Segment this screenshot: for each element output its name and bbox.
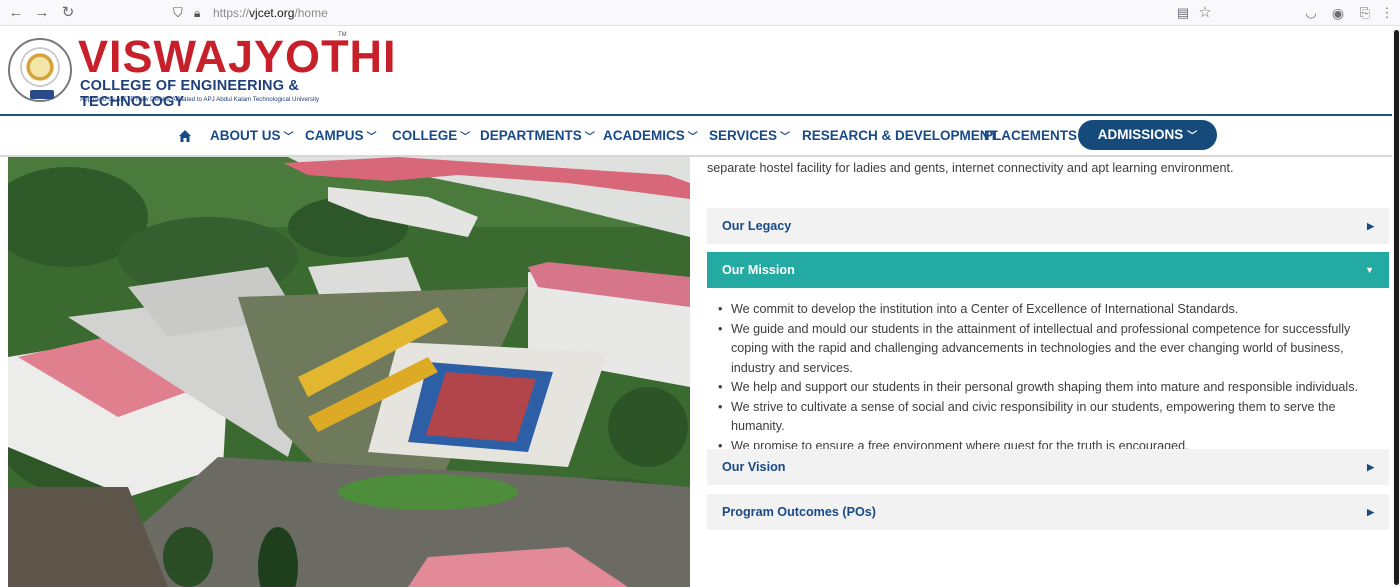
trademark-mark: TM (338, 32, 347, 38)
caret-right-icon: ▶ (1367, 221, 1374, 231)
accordion-our-mission[interactable]: Our Mission ▼ (707, 252, 1389, 288)
campus-aerial-photo (8, 157, 690, 587)
accordion-our-legacy[interactable]: Our Legacy ▶ (707, 208, 1389, 244)
chevron-down-icon: ﹀ (584, 132, 595, 143)
college-logo[interactable]: VISWAJYOTHI TM COLLEGE OF ENGINEERING & … (8, 32, 396, 110)
chevron-down-icon: ﹀ (366, 132, 377, 143)
reader-view-icon[interactable]: ▤ (1173, 3, 1193, 23)
nav-item-college[interactable]: COLLEGE ﹀ (392, 128, 470, 143)
accordion-program-outcomes[interactable]: Program Outcomes (POs) ▶ (707, 494, 1389, 530)
nav-item-research[interactable]: RESEARCH & DEVELOPMENT (802, 128, 998, 143)
list-item: We guide and mould our students in the a… (717, 320, 1377, 379)
lock-icon[interactable]: 🔒︎ (194, 3, 200, 23)
nav-item-placements[interactable]: PLACEMENTS (984, 128, 1077, 143)
brand-approval: Approved by AICTE New Delhi & Affiliated… (80, 96, 320, 103)
college-seal-icon (8, 38, 72, 102)
chevron-down-icon: ﹀ (780, 132, 791, 143)
intro-text: separate hostel facility for ladies and … (707, 161, 1234, 175)
admissions-button[interactable]: ADMISSIONS ﹀ (1078, 120, 1217, 150)
caret-right-icon: ▶ (1367, 507, 1374, 517)
list-item: We commit to develop the institution int… (717, 300, 1377, 320)
extensions-icon[interactable]: ⎘ (1355, 3, 1375, 23)
bookmark-star-icon[interactable]: ☆ (1195, 3, 1215, 23)
accordion-our-vision[interactable]: Our Vision ▶ (707, 449, 1389, 485)
chevron-down-icon: ﹀ (460, 132, 471, 143)
menu-icon[interactable]: ⋮ (1380, 3, 1394, 23)
main-nav: ABOUT US ﹀ CAMPUS ﹀ COLLEGE ﹀ DEPARTMENTS ﹀ … (0, 118, 1392, 156)
mission-content: We commit to develop the institution int… (717, 300, 1377, 456)
pocket-icon[interactable]: ◡ (1301, 3, 1321, 23)
url-text[interactable]: https://vjcet.org/home (213, 3, 328, 23)
account-icon[interactable]: ◉ (1328, 3, 1348, 23)
caret-down-icon: ▼ (1365, 265, 1374, 275)
nav-item-about-us[interactable]: ABOUT US ﹀ (210, 128, 294, 143)
back-arrow-icon[interactable]: ← (6, 3, 26, 23)
brand-name: VISWAJYOTHI (78, 31, 397, 82)
header-divider (0, 114, 1392, 116)
list-item: We strive to cultivate a sense of social… (717, 398, 1377, 437)
nav-item-academics[interactable]: ACADEMICS ﹀ (603, 128, 698, 143)
chevron-down-icon: ﹀ (1187, 131, 1198, 142)
home-icon[interactable] (178, 129, 192, 143)
chevron-down-icon: ﹀ (687, 132, 698, 143)
caret-right-icon: ▶ (1367, 462, 1374, 472)
chevron-down-icon: ﹀ (283, 132, 294, 143)
shield-icon[interactable]: ⛉ (173, 3, 183, 23)
scrollbar-thumb[interactable] (1394, 30, 1399, 585)
reload-icon[interactable]: ↻ (58, 3, 78, 23)
forward-arrow-icon[interactable]: → (32, 3, 52, 23)
browser-toolbar: ← → ↻ ⛉ 🔒︎ https://vjcet.org/home ▤ ☆ ◡ … (0, 0, 1400, 26)
address-bar[interactable]: ⛉ 🔒︎ https://vjcet.org/home (170, 3, 1220, 23)
nav-item-departments[interactable]: DEPARTMENTS ﹀ (480, 128, 595, 143)
brand-subtitle: COLLEGE OF ENGINEERING & TECHNOLOGY (80, 78, 300, 110)
list-item: We help and support our students in thei… (717, 378, 1377, 398)
nav-item-services[interactable]: SERVICES ﹀ (709, 128, 790, 143)
nav-item-campus[interactable]: CAMPUS ﹀ (305, 128, 377, 143)
